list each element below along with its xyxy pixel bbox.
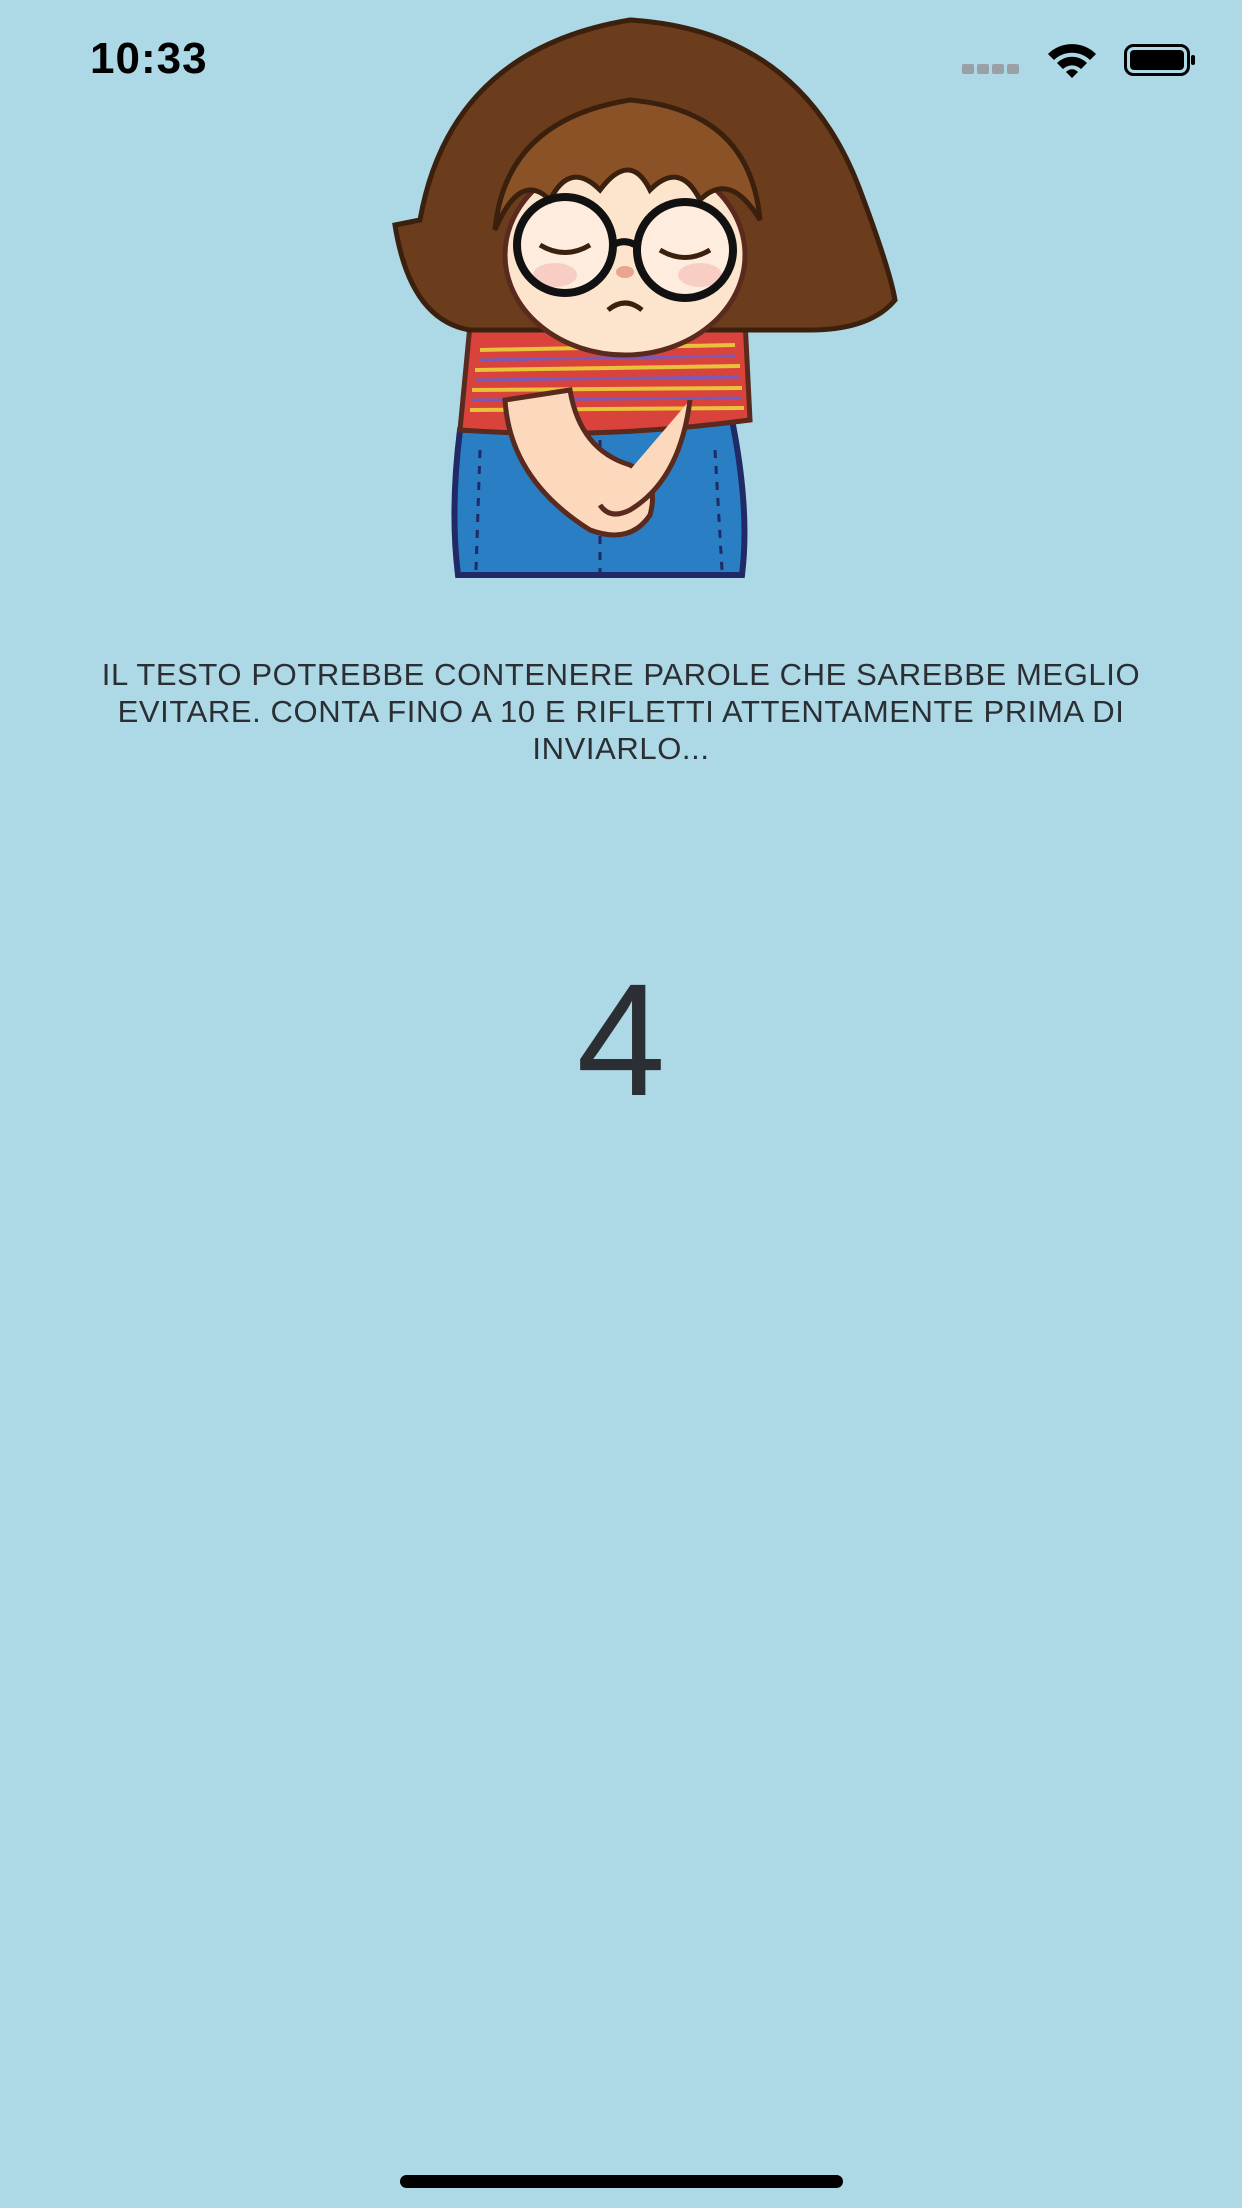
warning-message: IL TESTO POTREBBE CONTENERE PAROLE CHE S…: [101, 657, 1141, 766]
countdown-number: 4: [576, 950, 666, 1129]
status-time: 10:33: [90, 34, 208, 83]
cellular-signal-icon: [962, 64, 1022, 74]
battery-icon: [1124, 44, 1195, 76]
home-indicator[interactable]: [400, 2175, 843, 2188]
wifi-icon: [1048, 44, 1096, 78]
sad-girl-illustration: [392, 17, 898, 578]
status-icons: [962, 40, 1195, 80]
